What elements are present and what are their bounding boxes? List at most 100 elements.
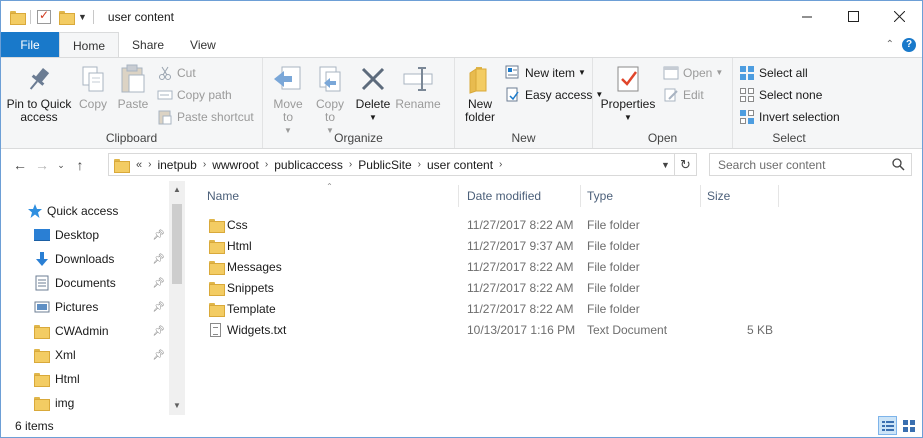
breadcrumb-item[interactable]: user content [427, 158, 493, 172]
column-header-name[interactable]: ⌃ Name [201, 182, 459, 207]
move-to-button[interactable]: Move to ▼ [267, 61, 309, 139]
file-size [707, 277, 773, 298]
pin-icon[interactable]: 📌︎ [152, 230, 165, 241]
table-row[interactable]: Css 11/27/2017 8:22 AM File folder [205, 214, 785, 235]
tab-home[interactable]: Home [59, 32, 120, 58]
open-chevron-icon: ▼ [715, 68, 724, 77]
pin-icon[interactable]: 📌︎ [152, 254, 165, 265]
easy-access-button[interactable]: Easy access ▼ [505, 85, 603, 104]
nav-item-quick-access[interactable]: Quick access [1, 199, 169, 223]
table-row[interactable]: Widgets.txt 10/13/2017 1:16 PM Text Docu… [205, 319, 785, 340]
refresh-icon[interactable]: ↻ [674, 154, 696, 175]
scroll-up-chevron-icon[interactable]: ▲ [169, 185, 185, 194]
rename-button[interactable]: Rename [395, 61, 441, 113]
properties-icon [612, 63, 644, 95]
tab-share[interactable]: Share [119, 32, 177, 57]
search-box[interactable]: Search user content [709, 153, 912, 176]
large-icons-view-button[interactable] [899, 416, 918, 435]
forward-arrow-icon[interactable]: → [31, 157, 53, 173]
new-folder-icon[interactable] [59, 10, 75, 25]
folder-icon [209, 239, 225, 254]
column-header-date-modified[interactable]: Date modified [461, 185, 581, 207]
help-icon[interactable]: ? [902, 37, 916, 52]
pin-icon[interactable]: 📌︎ [152, 278, 165, 289]
column-header-type[interactable]: Type [581, 185, 701, 207]
breadcrumb-separator-icon[interactable]: › [203, 159, 206, 170]
copy-to-button[interactable]: Copy to ▼ [309, 61, 351, 139]
nav-item-desktop[interactable]: Desktop 📌︎ [1, 223, 169, 247]
copy-path-button[interactable]: Copy path [157, 85, 254, 104]
select-all-icon [739, 65, 755, 81]
table-row[interactable]: Template 11/27/2017 8:22 AM File folder [205, 298, 785, 319]
paste-shortcut-button[interactable]: Paste shortcut [157, 107, 254, 126]
tab-file[interactable]: File [1, 32, 59, 57]
table-row[interactable]: Snippets 11/27/2017 8:22 AM File folder [205, 277, 785, 298]
properties-chevron-icon[interactable]: ▼ [624, 111, 632, 124]
item-count: 6 items [15, 419, 54, 433]
select-none-button[interactable]: Select none [739, 85, 840, 104]
new-item-icon [505, 65, 521, 81]
nav-item-cwadmin[interactable]: CWAdmin 📌︎ [1, 319, 169, 343]
breadcrumb-separator-icon[interactable]: › [148, 159, 151, 170]
nav-item-downloads[interactable]: Downloads 📌︎ [1, 247, 169, 271]
delete-chevron-icon[interactable]: ▼ [369, 111, 377, 124]
breadcrumb-item[interactable]: inetpub [157, 158, 196, 172]
customize-qat-chevron-icon[interactable]: ▼ [78, 12, 87, 22]
easy-access-label: Easy access [525, 87, 593, 102]
nav-item-html[interactable]: Html [1, 367, 169, 391]
back-arrow-icon[interactable]: ← [9, 157, 31, 173]
copy-button[interactable]: Copy [73, 61, 113, 113]
breadcrumb-separator-icon[interactable]: › [349, 159, 352, 170]
scrollbar-thumb[interactable] [172, 204, 182, 284]
scroll-down-chevron-icon[interactable]: ▼ [169, 401, 185, 410]
close-button[interactable] [876, 1, 922, 32]
open-button[interactable]: Open ▼ [663, 63, 723, 82]
invert-selection-button[interactable]: Invert selection [739, 107, 840, 126]
table-row[interactable]: Html 11/27/2017 9:37 AM File folder [205, 235, 785, 256]
breadcrumb-separator-icon[interactable]: › [418, 159, 421, 170]
recent-locations-chevron-icon[interactable]: ⌄ [53, 160, 69, 171]
minimize-button[interactable] [784, 1, 830, 32]
nav-item-label: img [55, 396, 75, 410]
file-date: 11/27/2017 9:37 AM [467, 238, 574, 253]
address-bar[interactable]: « › inetpub › wwwroot › publicaccess › P… [108, 153, 697, 176]
nav-item-pictures[interactable]: Pictures 📌︎ [1, 295, 169, 319]
pin-icon[interactable]: 📌︎ [152, 350, 165, 361]
address-history-chevron-icon[interactable]: ▼ [656, 159, 674, 170]
delete-button[interactable]: Delete ▼ [351, 61, 395, 126]
select-all-button[interactable]: Select all [739, 63, 840, 82]
new-folder-button[interactable]: New folder [459, 61, 501, 126]
edit-button[interactable]: Edit [663, 85, 723, 104]
properties-button[interactable]: Properties ▼ [597, 61, 659, 126]
collapse-ribbon-chevron-icon[interactable]: ⌃ [886, 39, 894, 50]
nav-item-img[interactable]: img [1, 391, 169, 415]
details-view-button[interactable] [878, 416, 897, 435]
navigation-pane-scrollbar[interactable]: ▲ ▼ [169, 181, 185, 415]
new-item-button[interactable]: New item ▼ [505, 63, 603, 82]
nav-item-documents[interactable]: Documents 📌︎ [1, 271, 169, 295]
breadcrumb-item[interactable]: PublicSite [358, 158, 411, 172]
pin-icon[interactable]: 📌︎ [152, 326, 165, 337]
qat-separator [92, 9, 94, 24]
nav-item-xml[interactable]: Xml 📌︎ [1, 343, 169, 367]
pin-to-quick-access-button[interactable]: Pin to Quick access [5, 61, 73, 126]
organize-group: Move to ▼ Copy to ▼ Delete ▼ Rename Orga… [263, 58, 455, 148]
breadcrumb-item[interactable]: wwwroot [212, 158, 259, 172]
breadcrumb-separator-icon[interactable]: › [265, 159, 268, 170]
maximize-button[interactable] [830, 1, 876, 32]
up-arrow-icon[interactable]: ↑ [69, 157, 91, 173]
properties-icon[interactable] [37, 8, 51, 24]
column-header-size[interactable]: Size [701, 185, 779, 207]
open-group-label: Open [647, 131, 678, 145]
pin-icon[interactable]: 📌︎ [152, 302, 165, 313]
new-group-label: New [511, 131, 536, 145]
tab-view[interactable]: View [177, 32, 229, 57]
file-date: 11/27/2017 8:22 AM [467, 280, 574, 295]
ribbon-tabs: File Home Share View ⌃ ? [1, 32, 922, 58]
cut-button[interactable]: Cut [157, 63, 254, 82]
table-row[interactable]: Messages 11/27/2017 8:22 AM File folder [205, 256, 785, 277]
paste-button[interactable]: Paste [113, 61, 153, 113]
address-overflow[interactable]: « [136, 159, 142, 171]
breadcrumb-separator-icon[interactable]: › [499, 159, 502, 170]
breadcrumb-item[interactable]: publicaccess [274, 158, 343, 172]
